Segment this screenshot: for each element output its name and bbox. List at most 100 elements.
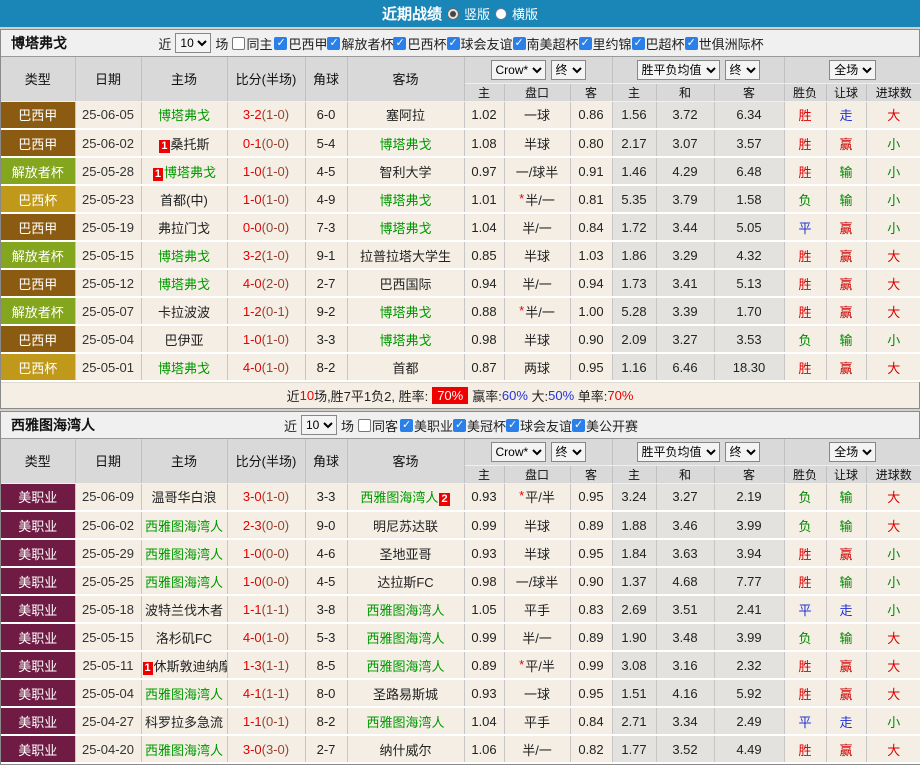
checkbox-checked-icon[interactable] — [327, 36, 341, 50]
fulltime-select[interactable]: 全场 — [829, 59, 877, 80]
avg-odds-select[interactable]: 胜平负均值 — [636, 441, 720, 462]
league-filter[interactable]: 美职业 — [399, 416, 453, 435]
checkbox-unchecked-icon[interactable] — [232, 36, 246, 50]
team-name: 西雅图海湾人 — [366, 602, 445, 618]
crow-away-odds-cell: 0.90 — [570, 567, 613, 596]
odds-time-select[interactable]: 终 — [550, 59, 586, 80]
avg-time-select[interactable]: 终 — [724, 59, 760, 80]
avg-win-cell: 1.37 — [612, 567, 657, 596]
away-team-cell: 博塔弗戈 — [347, 297, 465, 326]
corner-cell: 8-2 — [305, 353, 348, 382]
score-cell: 1-1(0-1) — [227, 707, 306, 736]
corner-cell: 5-3 — [305, 623, 348, 652]
avg-lose-cell: 5.92 — [714, 679, 785, 708]
league-filter[interactable]: 世俱洲际杯 — [684, 34, 764, 53]
vertical-layout-radio[interactable] — [446, 7, 459, 20]
match-row: 巴西杯 25-05-01 博塔弗戈 4-0(1-0) 8-2 首都 0.87 两球 0.95 1.… — [1, 353, 920, 382]
avg-draw-cell: 3.27 — [656, 483, 715, 512]
avg-odds-select[interactable]: 胜平负均值 — [636, 59, 720, 80]
near-count-select[interactable]: 10 — [175, 33, 212, 53]
checkbox-checked-icon[interactable] — [578, 36, 592, 50]
team-name-heading: 西雅图海湾人 — [11, 417, 95, 433]
halftime-score: (1-1) — [261, 601, 290, 617]
crow-away-odds-cell: 0.99 — [570, 651, 613, 680]
col-home: 主场 — [141, 439, 228, 484]
fulltime-score: 4-1 — [242, 685, 262, 701]
avg-time-select[interactable]: 终 — [724, 441, 760, 462]
games-label: 场 — [340, 418, 354, 434]
vertical-layout-label[interactable]: 竖版 — [464, 4, 490, 23]
league-filter[interactable]: 南美超杯 — [512, 34, 579, 53]
result-handicap-cell: 赢 — [826, 539, 867, 568]
fulltime-score: 1-0 — [242, 545, 262, 561]
league-filter[interactable]: 球会友谊 — [446, 34, 513, 53]
competition-cell: 美职业 — [1, 679, 76, 708]
avg-win-cell: 1.16 — [612, 353, 657, 382]
handicap-cell: *平/半 — [504, 483, 571, 512]
col-result-goals: 进球数 — [866, 83, 920, 102]
league-filter[interactable]: 美冠杯 — [453, 416, 506, 435]
avg-draw-cell: 4.68 — [656, 567, 715, 596]
handicap-cell: 半球 — [504, 129, 571, 158]
avg-win-cell: 1.72 — [612, 213, 657, 242]
horizontal-layout-radio[interactable] — [495, 7, 507, 20]
handicap-cell: 两球 — [504, 353, 571, 382]
match-row: 美职业 25-05-18 波特兰伐木者 1-1(1-1) 3-8 西雅图海湾人 1.05 平手… — [1, 595, 920, 624]
checkbox-unchecked-icon[interactable] — [357, 418, 371, 432]
team-name: 圣路易斯城 — [372, 686, 438, 702]
avg-draw-cell: 3.39 — [656, 297, 715, 326]
same-venue-filter[interactable]: 同主 — [232, 34, 272, 53]
fulltime-score: 1-0 — [242, 191, 262, 207]
fulltime-score: 3-0 — [242, 489, 262, 505]
horizontal-layout-label[interactable]: 横版 — [512, 4, 538, 23]
checkbox-checked-icon[interactable] — [393, 36, 407, 50]
league-filter[interactable]: 里约锦 — [578, 34, 632, 53]
away-team-cell: 博塔弗戈 — [347, 129, 465, 158]
result-goals-cell: 小 — [866, 567, 920, 596]
corner-cell: 3-8 — [305, 595, 348, 624]
avg-draw-cell: 3.79 — [656, 185, 715, 214]
league-filter[interactable]: 球会友谊 — [506, 416, 572, 435]
league-filter[interactable]: 巴超杯 — [631, 34, 685, 53]
halftime-score: (1-0) — [261, 359, 290, 375]
checkbox-checked-icon[interactable] — [274, 36, 288, 50]
checkbox-checked-icon[interactable] — [512, 36, 526, 50]
odds-time-select[interactable]: 终 — [550, 441, 586, 462]
odds-company-select[interactable]: Crow* — [490, 59, 546, 80]
avg-win-cell: 2.17 — [612, 129, 657, 158]
league-filter[interactable]: 解放者杯 — [327, 34, 393, 53]
fulltime-select[interactable]: 全场 — [829, 441, 877, 462]
competition-cell: 解放者杯 — [1, 241, 76, 270]
league-filter[interactable]: 巴西杯 — [393, 34, 447, 53]
avg-lose-cell: 3.99 — [714, 511, 785, 540]
checkbox-checked-icon[interactable] — [506, 418, 520, 432]
home-team-cell: 首都(中) — [141, 185, 228, 214]
corner-cell: 4-9 — [305, 185, 348, 214]
match-row: 巴西甲 25-05-12 博塔弗戈 4-0(2-0) 2-7 巴西国际 0.94 半/一 0.9… — [1, 269, 920, 298]
halftime-score: (1-0) — [261, 191, 290, 207]
league-filter[interactable]: 美公开赛 — [572, 416, 638, 435]
same-venue-filter[interactable]: 同客 — [357, 416, 398, 435]
competition-cell: 巴西甲 — [1, 325, 76, 354]
checkbox-checked-icon[interactable] — [446, 36, 460, 50]
near-count-select[interactable]: 10 — [300, 415, 337, 435]
odds-company-select[interactable]: Crow* — [490, 441, 546, 462]
checkbox-checked-icon[interactable] — [572, 418, 586, 432]
checkbox-checked-icon[interactable] — [684, 36, 698, 50]
crow-home-odds-cell: 1.04 — [464, 213, 505, 242]
fulltime-score: 3-2 — [242, 247, 262, 263]
competition-cell: 美职业 — [1, 511, 76, 540]
league-filter[interactable]: 巴西甲 — [274, 34, 327, 53]
halftime-score: (1-0) — [261, 107, 290, 123]
score-cell: 0-1(0-0) — [227, 129, 306, 158]
date-cell: 25-05-25 — [75, 567, 142, 596]
checkbox-checked-icon[interactable] — [399, 418, 413, 432]
checkbox-checked-icon[interactable] — [631, 36, 645, 50]
away-team-cell: 博塔弗戈 — [347, 213, 465, 242]
result-wdl-cell: 胜 — [784, 651, 827, 680]
crow-home-odds-cell: 0.89 — [464, 651, 505, 680]
checkbox-checked-icon[interactable] — [453, 418, 466, 432]
team-name: 西雅图海湾人 — [144, 546, 223, 562]
date-cell: 25-05-11 — [75, 651, 142, 680]
col-result-wdl: 胜负 — [784, 83, 827, 102]
